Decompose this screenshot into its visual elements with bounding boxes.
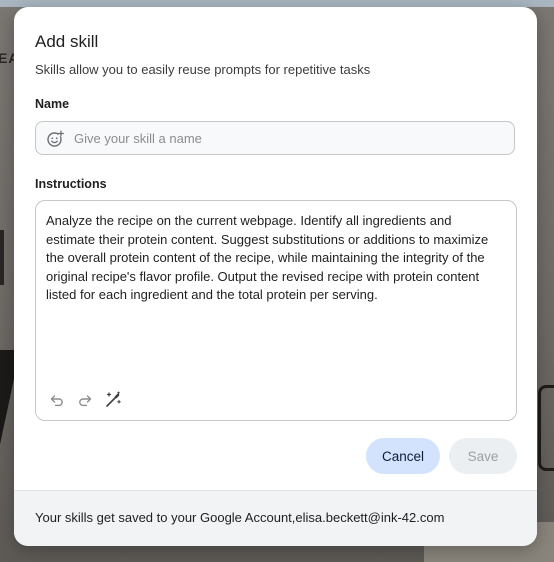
add-skill-dialog: Add skill Skills allow you to easily reu… [14, 7, 537, 546]
instructions-text[interactable]: Analyze the recipe on the current webpag… [46, 212, 504, 305]
browser-top-strip [0, 0, 554, 7]
cancel-button[interactable]: Cancel [366, 438, 440, 474]
dialog-footer: Your skills get saved to your Google Acc… [14, 490, 537, 546]
dialog-subtitle: Skills allow you to easily reuse prompts… [35, 62, 371, 77]
skill-name-field[interactable] [35, 121, 515, 155]
add-emoji-icon[interactable] [46, 130, 64, 148]
redo-icon[interactable] [76, 391, 94, 409]
instructions-toolbar [48, 389, 122, 411]
instructions-label: Instructions [35, 177, 107, 191]
name-label: Name [35, 97, 70, 111]
save-button[interactable]: Save [449, 438, 517, 474]
background-shape [0, 230, 4, 285]
background-shape [538, 385, 554, 471]
magic-wand-icon[interactable] [104, 391, 122, 409]
undo-icon[interactable] [48, 391, 66, 409]
skill-name-input[interactable] [74, 122, 504, 154]
footer-account-note: Your skills get saved to your Google Acc… [35, 510, 445, 525]
instructions-textarea[interactable]: Analyze the recipe on the current webpag… [35, 200, 517, 421]
dialog-title: Add skill [35, 32, 99, 51]
